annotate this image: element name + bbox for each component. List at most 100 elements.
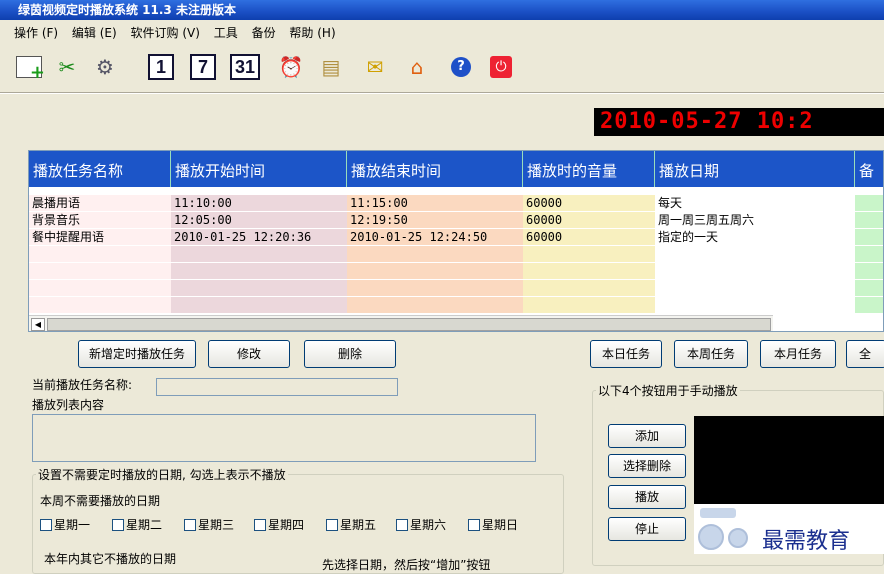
manual-remove-button[interactable]: 选择删除 (608, 454, 686, 478)
manual-play-button[interactable]: 播放 (608, 485, 686, 509)
edit-button[interactable]: 修改 (208, 340, 290, 368)
table-row[interactable]: 晨播用语 11:10:00 11:15:00 60000 每天 (29, 195, 883, 211)
table-cell: 60000 (523, 195, 655, 211)
checkbox-icon[interactable] (468, 518, 480, 531)
horizontal-scrollbar[interactable]: ◀ (29, 315, 773, 331)
checkbox-wednesday[interactable]: 星期三 (184, 516, 234, 533)
month-calendar-icon[interactable]: 31 (230, 52, 260, 82)
table-cell (523, 246, 655, 262)
column-header[interactable]: 播放结束时间 (347, 151, 523, 187)
table-cell: 60000 (523, 212, 655, 228)
mail-icon[interactable]: ✉ (360, 52, 390, 82)
table-row[interactable]: 餐中提醒用语 2010-01-25 12:20:36 2010-01-25 12… (29, 229, 883, 245)
manual-group-title: 以下4个按钮用于手动播放 (596, 382, 740, 399)
playlist-label: 播放列表内容 (32, 398, 105, 412)
table-cell (855, 263, 883, 279)
column-header[interactable]: 备 (855, 151, 883, 187)
checkbox-icon[interactable] (40, 518, 52, 531)
table-cell (347, 280, 523, 296)
current-task-field[interactable] (156, 378, 398, 396)
exclude-group-title: 设置不需要定时播放的日期, 勾选上表示不播放 (36, 466, 288, 483)
manual-stop-button[interactable]: 停止 (608, 517, 686, 541)
delete-button[interactable]: 删除 (304, 340, 396, 368)
manual-add-button[interactable]: 添加 (608, 424, 686, 448)
checkbox-icon[interactable] (396, 518, 408, 531)
play-icon[interactable] (698, 524, 724, 550)
table-cell (29, 297, 171, 313)
column-header[interactable]: 播放日期 (655, 151, 855, 187)
table-cell: 晨播用语 (29, 195, 171, 211)
current-task-label: 当前播放任务名称: (32, 378, 133, 392)
checkbox-icon[interactable] (326, 518, 338, 531)
table-cell: 餐中提醒用语 (29, 229, 171, 245)
table-header: 播放任务名称 播放开始时间 播放结束时间 播放时的音量 播放日期 备 (29, 151, 883, 187)
table-cell (855, 212, 883, 228)
column-header[interactable]: 播放任务名称 (29, 151, 171, 187)
week-calendar-icon[interactable]: 7 (188, 52, 218, 82)
column-header[interactable]: 播放开始时间 (171, 151, 347, 187)
table-cell (655, 246, 855, 262)
table-cell (171, 246, 347, 262)
table-cell: 2010-01-25 12:24:50 (347, 229, 523, 245)
table-cell (855, 195, 883, 211)
clock-icon[interactable]: ⏰ (276, 52, 306, 82)
week-exclude-label: 本周不需要播放的日期 (40, 494, 161, 508)
checkbox-saturday[interactable]: 星期六 (396, 516, 446, 533)
cards-icon[interactable]: ▤ (316, 52, 346, 82)
table-cell (347, 297, 523, 313)
home-icon[interactable]: ⌂ (402, 52, 432, 82)
table-cell: 指定的一天 (655, 229, 855, 245)
menu-order[interactable]: 软件订购 (V) (131, 26, 200, 40)
menu-edit[interactable]: 编辑 (E) (72, 26, 117, 40)
task-table[interactable]: 播放任务名称 播放开始时间 播放结束时间 播放时的音量 播放日期 备 晨播用语 … (28, 150, 884, 332)
today-tasks-button[interactable]: 本日任务 (590, 340, 662, 368)
scrollbar-thumb[interactable] (47, 318, 771, 331)
table-cell: 12:05:00 (171, 212, 347, 228)
table-cell (855, 280, 883, 296)
table-cell (655, 297, 855, 313)
checkbox-tuesday[interactable]: 星期二 (112, 516, 162, 533)
checkbox-friday[interactable]: 星期五 (326, 516, 376, 533)
watermark: 最需教育 (762, 529, 851, 554)
scissors-icon[interactable]: ✂ (52, 52, 82, 82)
scroll-left-arrow-icon[interactable]: ◀ (31, 318, 45, 331)
table-cell (171, 297, 347, 313)
column-header[interactable]: 播放时的音量 (523, 151, 655, 187)
checkbox-monday[interactable]: 星期一 (40, 516, 90, 533)
table-cell (171, 263, 347, 279)
table-cell: 每天 (655, 195, 855, 211)
menu-tools[interactable]: 工具 (214, 26, 238, 40)
checkbox-sunday[interactable]: 星期日 (468, 516, 518, 533)
checkbox-icon[interactable] (112, 518, 124, 531)
help-icon[interactable]: ? (446, 52, 476, 82)
window-title: 绿茵视频定时播放系统 11.3 未注册版本 (18, 3, 236, 17)
table-row[interactable] (29, 246, 883, 262)
menu-backup[interactable]: 备份 (252, 26, 276, 40)
month-tasks-button[interactable]: 本月任务 (760, 340, 836, 368)
checkbox-icon[interactable] (254, 518, 266, 531)
add-scheduled-task-button[interactable]: 新增定时播放任务 (78, 340, 196, 368)
table-row[interactable] (29, 263, 883, 279)
playlist-content-box[interactable] (32, 414, 536, 462)
table-cell (29, 280, 171, 296)
checkbox-thursday[interactable]: 星期四 (254, 516, 304, 533)
table-cell (523, 263, 655, 279)
stop-icon[interactable] (728, 528, 748, 548)
week-tasks-button[interactable]: 本周任务 (674, 340, 748, 368)
all-tasks-button[interactable]: 全 (846, 340, 884, 368)
menu-operate[interactable]: 操作 (F) (14, 26, 58, 40)
table-row[interactable] (29, 280, 883, 296)
table-cell (347, 263, 523, 279)
video-preview[interactable] (694, 416, 884, 512)
menu-help[interactable]: 帮助 (H) (289, 26, 335, 40)
add-task-icon[interactable]: + (14, 52, 45, 83)
table-row[interactable] (29, 297, 883, 313)
settings-gear-icon[interactable]: ⚙ (90, 52, 120, 82)
day-calendar-icon[interactable]: 1 (146, 52, 176, 82)
table-cell (855, 229, 883, 245)
table-row[interactable]: 背景音乐 12:05:00 12:19:50 60000 周一周三周五周六 (29, 212, 883, 228)
table-cell (29, 263, 171, 279)
power-icon[interactable]: ⏻ (486, 52, 516, 82)
seek-bar[interactable] (700, 508, 736, 518)
checkbox-icon[interactable] (184, 518, 196, 531)
